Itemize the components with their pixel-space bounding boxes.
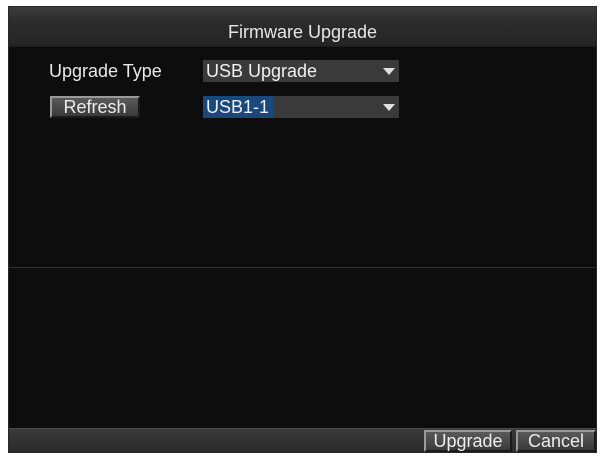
firmware-upgrade-dialog: Firmware Upgrade Upgrade Type USB Upgrad… <box>8 6 597 453</box>
refresh-button[interactable]: Refresh <box>50 96 140 118</box>
cancel-button[interactable]: Cancel <box>516 430 596 452</box>
title-bar: Firmware Upgrade <box>9 7 596 47</box>
chevron-down-icon <box>383 104 395 111</box>
upgrade-button[interactable]: Upgrade <box>424 430 512 452</box>
chevron-down-icon <box>383 68 395 75</box>
upgrade-type-label: Upgrade Type <box>49 61 162 81</box>
usb-device-value: USB1-1 <box>206 97 270 117</box>
section-divider <box>9 267 596 268</box>
footer-bar: Upgrade Cancel <box>9 428 596 452</box>
upgrade-type-dropdown[interactable]: USB Upgrade <box>203 60 399 82</box>
dialog-title: Firmware Upgrade <box>227 22 378 42</box>
usb-device-dropdown[interactable]: USB1-1 <box>203 96 399 118</box>
upgrade-type-value: USB Upgrade <box>206 61 318 81</box>
